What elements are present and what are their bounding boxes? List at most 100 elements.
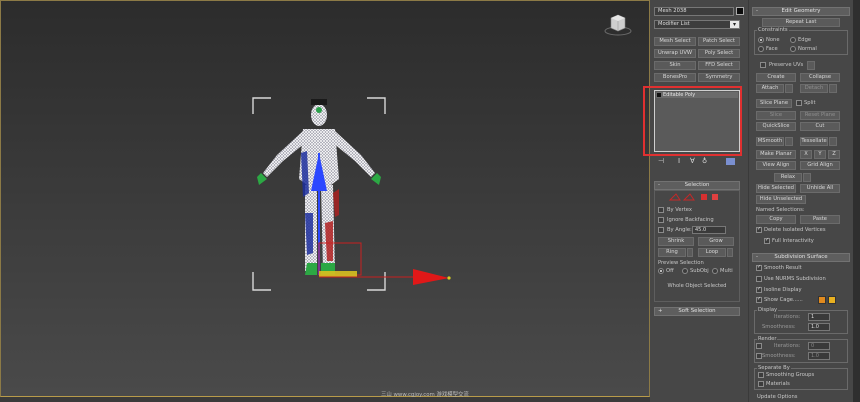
grow-button[interactable]: Grow xyxy=(698,237,734,246)
msmooth-settings-button[interactable] xyxy=(785,137,793,146)
slice-button[interactable]: Slice xyxy=(756,111,796,120)
delete-isolated-checkbox[interactable] xyxy=(756,226,762,233)
slice-plane-button[interactable]: Slice Plane xyxy=(756,99,792,108)
configure-sets-icon[interactable] xyxy=(726,158,735,165)
view-align-button[interactable]: View Align xyxy=(756,161,796,170)
modifier-stack[interactable]: Editable Poly xyxy=(654,90,740,152)
poly-select-button[interactable]: Poly Select xyxy=(698,49,740,58)
attach-button[interactable]: Attach xyxy=(756,84,784,93)
ring-button[interactable]: Ring xyxy=(658,248,686,257)
hide-selected-button[interactable]: Hide Selected xyxy=(756,184,796,193)
collapse-button[interactable]: Collapse xyxy=(800,73,840,82)
isoline-display-checkbox[interactable] xyxy=(756,286,762,293)
stack-item[interactable]: Editable Poly xyxy=(656,92,738,98)
command-panel: Mesh 2038 Modifier List ▾ Mesh Select Pa… xyxy=(643,0,860,402)
display-iterations-spinner[interactable]: 1 xyxy=(808,313,830,321)
repeat-last-button[interactable]: Repeat Last xyxy=(762,18,840,27)
character-mesh[interactable] xyxy=(255,93,455,293)
by-angle-checkbox[interactable] xyxy=(658,227,664,233)
detach-button[interactable]: Detach xyxy=(800,84,828,93)
smooth-result-checkbox[interactable] xyxy=(756,264,762,271)
tessellate-button[interactable]: Tessellate xyxy=(800,137,828,146)
display-smoothness-spinner[interactable]: 1.0 xyxy=(808,323,830,331)
split-checkbox[interactable] xyxy=(796,100,802,106)
copy-button[interactable]: Copy xyxy=(756,215,796,224)
skin-button[interactable]: Skin xyxy=(654,61,696,70)
paste-button[interactable]: Paste xyxy=(800,215,840,224)
cage-color-swatch-2[interactable] xyxy=(828,296,836,304)
cage-color-swatch-1[interactable] xyxy=(818,296,826,304)
edit-geometry-rollout-header[interactable]: - Edit Geometry xyxy=(752,7,850,16)
unhide-all-button[interactable]: Unhide All xyxy=(800,184,840,193)
constraint-normal-label: Normal xyxy=(798,46,817,52)
bonespro-button[interactable]: BonesPro xyxy=(654,73,696,82)
show-cage-checkbox[interactable] xyxy=(756,296,762,303)
selection-rollout-header[interactable]: - Selection xyxy=(654,181,740,190)
viewport-perspective[interactable]: 三山 www.cgjoy.com 游戏模型交流 xyxy=(0,0,650,398)
show-end-result-icon[interactable]: Ⅰ xyxy=(678,157,680,165)
create-button[interactable]: Create xyxy=(756,73,796,82)
preview-multi-radio[interactable] xyxy=(712,268,718,274)
smoothing-groups-checkbox[interactable] xyxy=(758,372,764,378)
by-vertex-checkbox[interactable] xyxy=(658,207,664,213)
symmetry-button[interactable]: Symmetry xyxy=(698,73,740,82)
detach-settings-button[interactable] xyxy=(829,84,837,93)
chevron-down-icon[interactable]: ▾ xyxy=(730,21,739,28)
column-divider xyxy=(748,0,749,402)
relax-button[interactable]: Relax xyxy=(774,173,802,182)
preserve-uvs-checkbox[interactable] xyxy=(760,62,766,68)
tessellate-settings-button[interactable] xyxy=(829,137,837,146)
ring-spinner-arrows[interactable] xyxy=(687,248,693,257)
modifier-list-label: Modifier List xyxy=(658,21,690,27)
planar-z-button[interactable]: Z xyxy=(828,150,840,159)
object-name-field[interactable]: Mesh 2038 xyxy=(654,7,734,16)
make-planar-button[interactable]: Make Planar xyxy=(756,150,796,159)
soft-selection-rollout-header[interactable]: + Soft Selection xyxy=(654,307,740,316)
render-smoothness-spinner[interactable]: 1.0 xyxy=(808,352,830,360)
ffd-select-button[interactable]: FFD Select xyxy=(698,61,740,70)
panel-scrollbar[interactable] xyxy=(853,0,860,402)
preserve-uvs-settings-button[interactable] xyxy=(807,61,815,70)
planar-x-button[interactable]: X xyxy=(800,150,812,159)
shrink-button[interactable]: Shrink xyxy=(658,237,694,246)
make-unique-icon[interactable]: ∀ xyxy=(690,157,695,165)
constraint-none-radio[interactable] xyxy=(758,37,764,43)
render-iterations-spinner[interactable]: 0 xyxy=(808,342,830,350)
remove-modifier-icon[interactable]: ♁ xyxy=(702,157,707,165)
viewcube-icon[interactable] xyxy=(603,10,633,36)
materials-checkbox[interactable] xyxy=(758,381,764,387)
loop-button[interactable]: Loop xyxy=(698,248,726,257)
subdivision-rollout-header[interactable]: - Subdivision Surface xyxy=(752,253,850,262)
display-iterations-label: Iterations: xyxy=(774,314,801,320)
hide-unselected-button[interactable]: Hide Unselected xyxy=(756,195,806,204)
ignore-backfacing-checkbox[interactable] xyxy=(658,217,664,223)
pin-stack-icon[interactable]: ⊣ xyxy=(658,157,664,165)
constraint-normal-radio[interactable] xyxy=(790,46,796,52)
quickslice-button[interactable]: QuickSlice xyxy=(756,122,796,131)
polygon-level-icon xyxy=(701,194,707,200)
patch-select-button[interactable]: Patch Select xyxy=(698,37,740,46)
full-interactivity-checkbox[interactable] xyxy=(764,237,770,244)
constraint-edge-radio[interactable] xyxy=(790,37,796,43)
attach-settings-button[interactable] xyxy=(785,84,793,93)
modifier-list-dropdown[interactable]: Modifier List xyxy=(654,20,740,29)
constraints-label: Constraints xyxy=(757,27,789,33)
preview-subobj-radio[interactable] xyxy=(682,268,688,274)
mesh-select-button[interactable]: Mesh Select xyxy=(654,37,696,46)
cut-button[interactable]: Cut xyxy=(800,122,840,131)
planar-y-button[interactable]: Y xyxy=(814,150,826,159)
reset-plane-button[interactable]: Reset Plane xyxy=(800,111,840,120)
angle-spinner[interactable]: 45.0 xyxy=(692,226,726,234)
preview-off-radio[interactable] xyxy=(658,268,664,274)
object-color-swatch[interactable] xyxy=(736,7,744,15)
msmooth-button[interactable]: MSmooth xyxy=(756,137,784,146)
render-iterations-checkbox[interactable] xyxy=(756,343,762,349)
grid-align-button[interactable]: Grid Align xyxy=(800,161,840,170)
edit-geometry-title: Edit Geometry xyxy=(781,8,821,14)
render-label: Render xyxy=(757,336,778,342)
use-nurms-checkbox[interactable] xyxy=(756,276,762,282)
constraint-face-radio[interactable] xyxy=(758,46,764,52)
unwrap-uvw-button[interactable]: Unwrap UVW xyxy=(654,49,696,58)
relax-settings-button[interactable] xyxy=(803,173,811,182)
loop-spinner-arrows[interactable] xyxy=(727,248,733,257)
